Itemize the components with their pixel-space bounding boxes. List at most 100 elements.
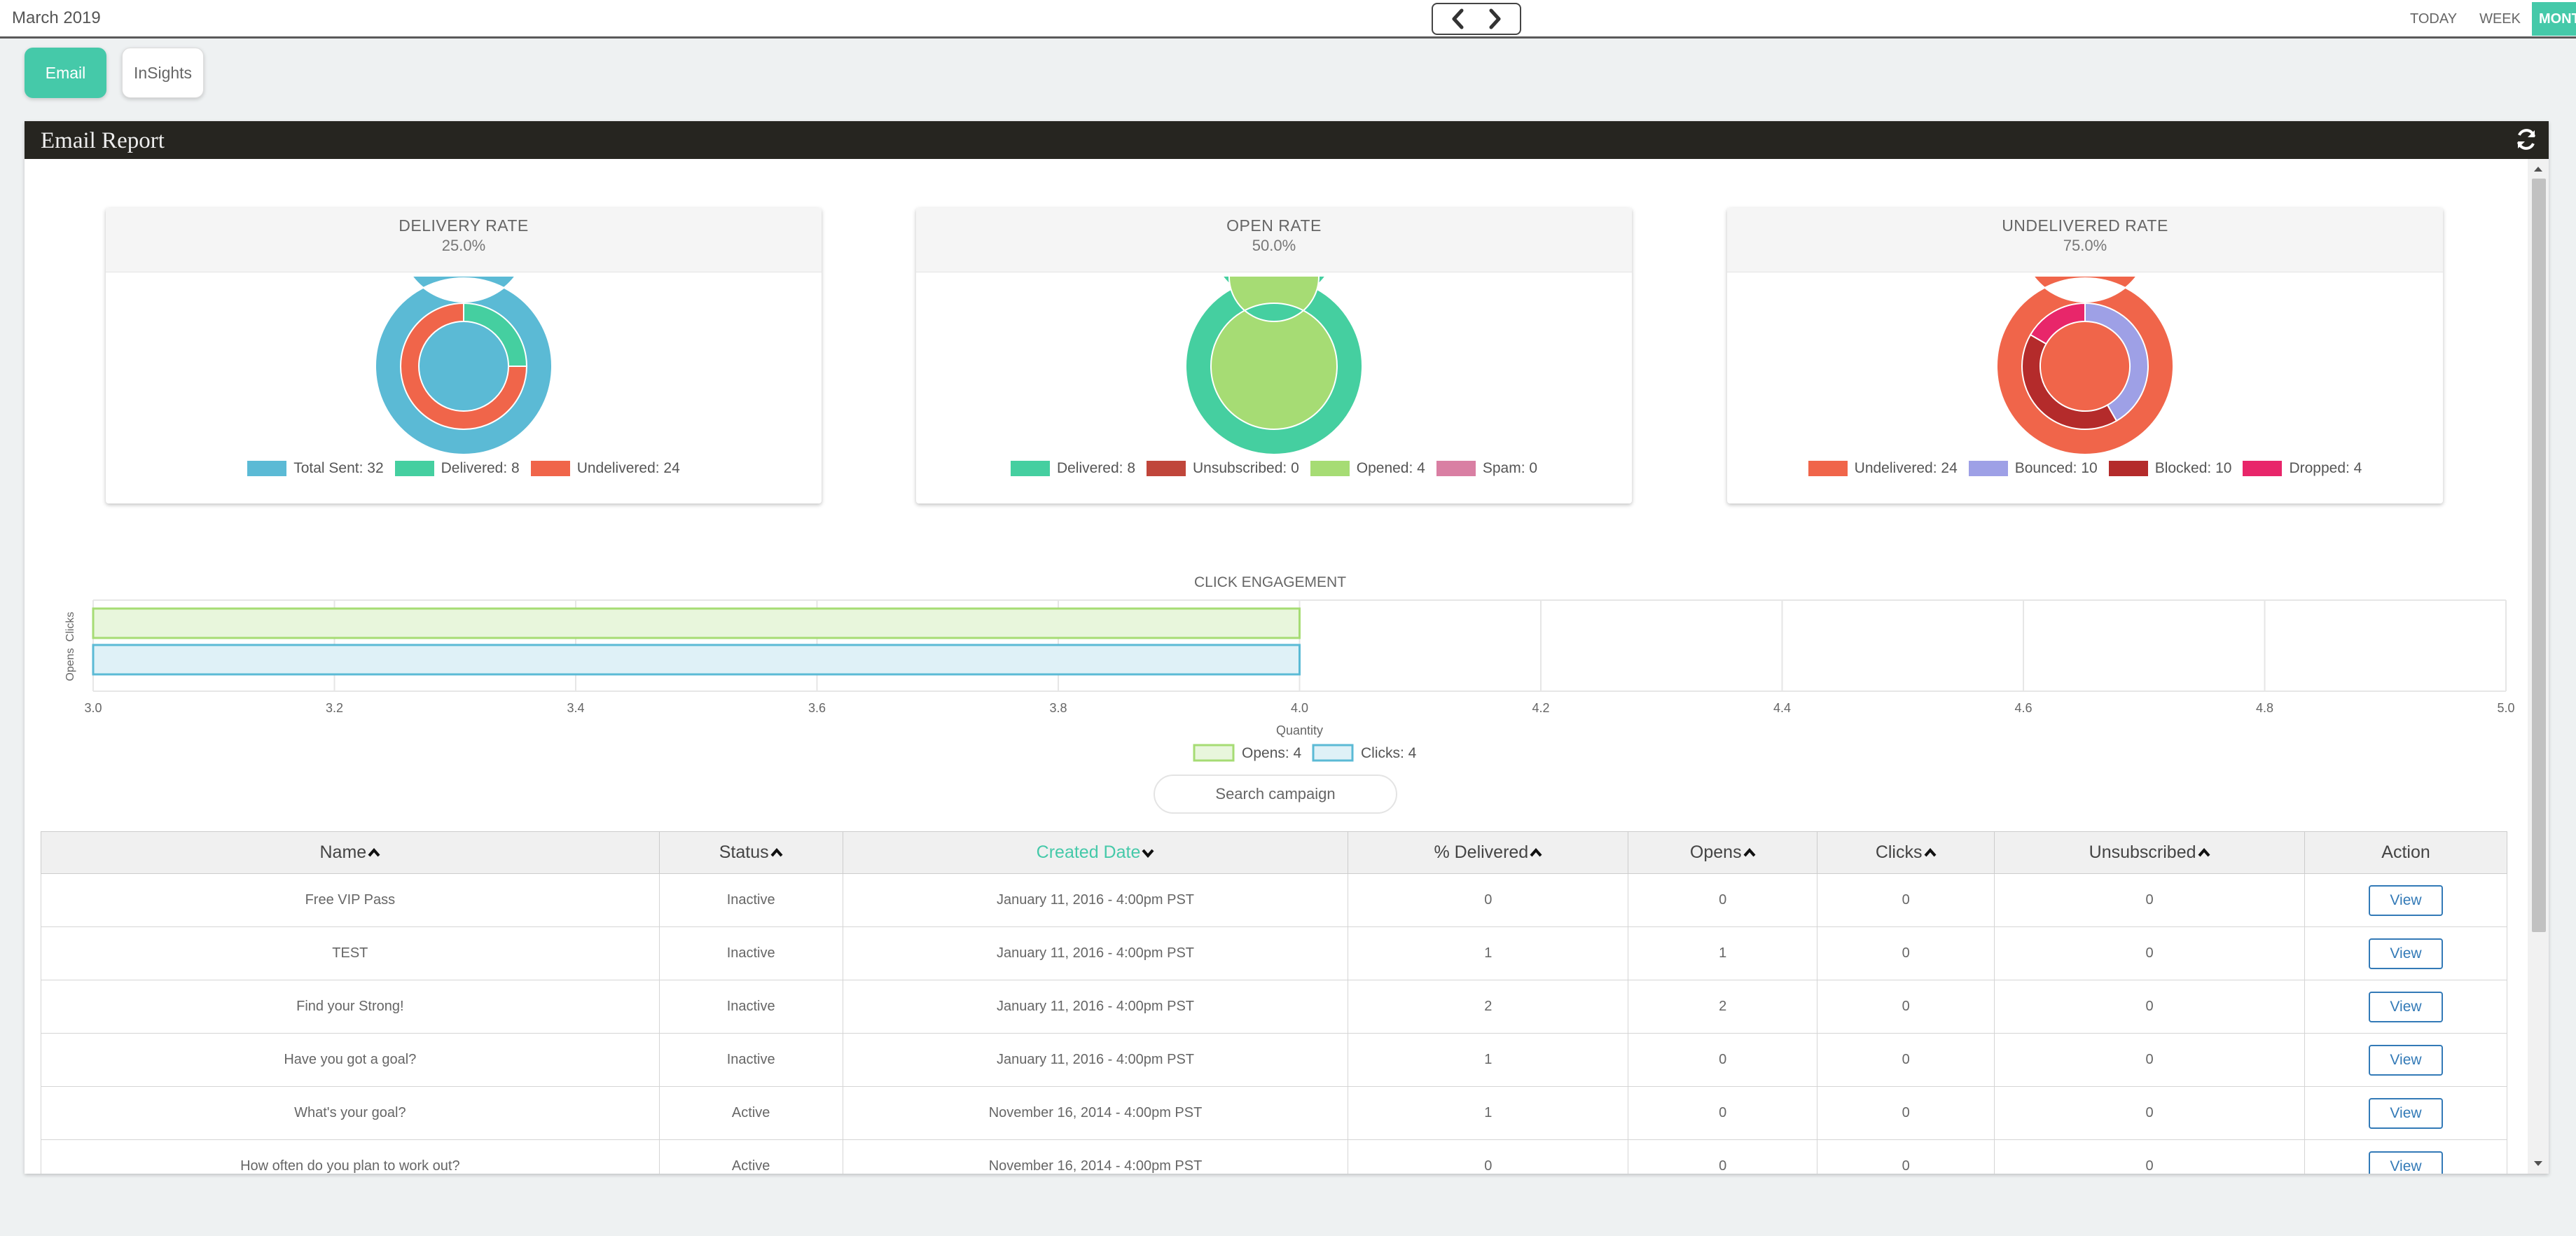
table-cell: 2 bbox=[1348, 980, 1629, 1034]
legend-label: Spam: 0 bbox=[1482, 460, 1538, 476]
legend-swatch bbox=[1968, 461, 2008, 476]
table-row: TEST Inactive January 11, 2016 - 4:00pm PS… bbox=[41, 926, 2507, 980]
table-cell: November 16, 2014 - 4:00pm PST bbox=[842, 1086, 1349, 1140]
legend-item[interactable]: Delivered: 8 bbox=[394, 460, 520, 477]
table-cell: 0 bbox=[1817, 1086, 1995, 1140]
table-cell: View bbox=[2304, 926, 2507, 980]
legend-item[interactable]: Delivered: 8 bbox=[1010, 460, 1135, 477]
column-header-delivered[interactable]: % Delivered bbox=[1348, 831, 1629, 874]
column-header-label: Opens bbox=[1689, 842, 1742, 862]
legend-item[interactable]: Undelivered: 24 bbox=[530, 460, 680, 477]
legend-item[interactable]: Undelivered: 24 bbox=[1808, 460, 1958, 477]
table-cell: Inactive bbox=[658, 926, 843, 980]
table-cell: 0 bbox=[1994, 873, 2306, 927]
x-tick-label: 3.0 bbox=[84, 701, 102, 715]
legend-swatch bbox=[247, 461, 287, 476]
table-cell: 0 bbox=[1628, 1139, 1818, 1174]
tab-email[interactable]: Email bbox=[25, 48, 106, 98]
table-cell: November 16, 2014 - 4:00pm PST bbox=[842, 1139, 1349, 1174]
table-cell: 0 bbox=[1994, 1139, 2306, 1174]
column-header-name[interactable]: Name bbox=[41, 831, 660, 874]
legend-swatch bbox=[1310, 461, 1350, 476]
bar-clicks[interactable] bbox=[92, 644, 1301, 676]
table-cell: January 11, 2016 - 4:00pm PST bbox=[842, 926, 1349, 980]
view-button[interactable]: View bbox=[2369, 1151, 2443, 1174]
search-campaign-input[interactable] bbox=[1154, 775, 1397, 814]
scroll-up-icon[interactable] bbox=[2528, 159, 2549, 179]
legend-label: Unsubscribed: 0 bbox=[1193, 460, 1299, 476]
legend-swatch bbox=[394, 461, 434, 476]
legend-item[interactable]: Opened: 4 bbox=[1310, 460, 1425, 477]
table-cell: 0 bbox=[1817, 1139, 1995, 1174]
view-button[interactable]: View bbox=[2369, 938, 2443, 969]
card-value: 75.0% bbox=[2063, 237, 2107, 254]
scrollbar[interactable] bbox=[2528, 159, 2549, 1174]
x-tick-label: 4.4 bbox=[1773, 701, 1791, 715]
view-month-button[interactable]: MONTH bbox=[2531, 2, 2576, 36]
table-row: What's your goal? Active November 16, 2014… bbox=[41, 1086, 2507, 1140]
view-today-button[interactable]: TODAY bbox=[2399, 2, 2468, 36]
column-header-opens[interactable]: Opens bbox=[1628, 831, 1818, 874]
view-buttons: TODAY WEEK MONTH bbox=[2399, 2, 2576, 36]
legend-item[interactable]: Total Sent: 32 bbox=[247, 460, 384, 477]
table-cell: 0 bbox=[1628, 1086, 1818, 1140]
table-cell: 1 bbox=[1348, 1033, 1629, 1087]
view-button[interactable]: View bbox=[2369, 1044, 2443, 1076]
table-cell: Free VIP Pass bbox=[41, 873, 660, 927]
legend-label: Bounced: 10 bbox=[2014, 460, 2098, 476]
card-title: OPEN RATE bbox=[1226, 216, 1322, 235]
column-header-status[interactable]: Status bbox=[658, 831, 843, 874]
x-tick-label: 3.8 bbox=[1049, 701, 1067, 715]
next-arrow-icon[interactable] bbox=[1483, 8, 1506, 30]
view-button[interactable]: View bbox=[2369, 1097, 2443, 1129]
table-cell: 2 bbox=[1628, 980, 1818, 1034]
view-button[interactable]: View bbox=[2369, 884, 2443, 916]
x-axis-label: Quantity bbox=[1276, 723, 1323, 737]
click-engagement-title: CLICK ENGAGEMENT bbox=[1194, 574, 1347, 590]
card-header: OPEN RATE 50.0% bbox=[916, 208, 1632, 272]
scroll-down-icon[interactable] bbox=[2528, 1154, 2549, 1174]
table-cell: Active bbox=[658, 1086, 843, 1140]
sort-asc-icon bbox=[1923, 848, 1937, 857]
tab-insights[interactable]: InSights bbox=[122, 48, 204, 98]
view-button[interactable]: View bbox=[2369, 991, 2443, 1022]
legend-item[interactable]: Spam: 0 bbox=[1436, 460, 1537, 477]
legend-swatch bbox=[1193, 744, 1235, 762]
scroll-thumb[interactable] bbox=[2532, 179, 2546, 932]
card-value: 50.0% bbox=[1252, 237, 1296, 254]
legend-item[interactable]: Unsubscribed: 0 bbox=[1147, 460, 1299, 477]
table-cell: 0 bbox=[1817, 926, 1995, 980]
table-cell: 0 bbox=[1817, 980, 1995, 1034]
x-tick-label: 4.8 bbox=[2256, 701, 2273, 715]
x-tick-label: 4.0 bbox=[1291, 701, 1308, 715]
legend-item[interactable]: Clicks: 4 bbox=[1312, 744, 1417, 762]
prev-arrow-icon[interactable] bbox=[1447, 8, 1469, 30]
column-header-unsubscribed[interactable]: Unsubscribed bbox=[1994, 831, 2306, 874]
bar-opens[interactable] bbox=[92, 607, 1301, 639]
table-cell: 0 bbox=[1817, 873, 1995, 927]
legend-item[interactable]: Bounced: 10 bbox=[1968, 460, 2098, 477]
legend-label: Clicks: 4 bbox=[1361, 745, 1417, 761]
legend-item[interactable]: Blocked: 10 bbox=[2108, 460, 2232, 477]
view-week-button[interactable]: WEEK bbox=[2468, 2, 2532, 36]
table-cell: January 11, 2016 - 4:00pm PST bbox=[842, 1033, 1349, 1087]
legend-label: Blocked: 10 bbox=[2154, 460, 2232, 476]
sort-asc-icon bbox=[1743, 848, 1756, 857]
column-header-created-date[interactable]: Created Date bbox=[842, 831, 1349, 874]
table-cell: 0 bbox=[1628, 873, 1818, 927]
table-cell: Find your Strong! bbox=[41, 980, 660, 1034]
sort-asc-icon bbox=[2197, 848, 2210, 857]
column-header-clicks[interactable]: Clicks bbox=[1817, 831, 1995, 874]
table-row: How often do you plan to work out? Active… bbox=[41, 1139, 2507, 1174]
table-cell: 1 bbox=[1348, 1086, 1629, 1140]
legend-item[interactable]: Opens: 4 bbox=[1193, 744, 1302, 762]
table-cell: View bbox=[2304, 1139, 2507, 1174]
x-tick-label: 4.6 bbox=[2014, 701, 2032, 715]
table-cell: 0 bbox=[1348, 1139, 1629, 1174]
y-category-label: Opens bbox=[64, 648, 76, 681]
table-cell: 0 bbox=[1994, 980, 2306, 1034]
column-header-action[interactable]: Action bbox=[2304, 831, 2507, 874]
table-header-row: Name Status Created Date % Delivered Opens Cl… bbox=[41, 831, 2507, 874]
legend-item[interactable]: Dropped: 4 bbox=[2243, 460, 2362, 477]
sort-desc-icon bbox=[1142, 849, 1154, 859]
